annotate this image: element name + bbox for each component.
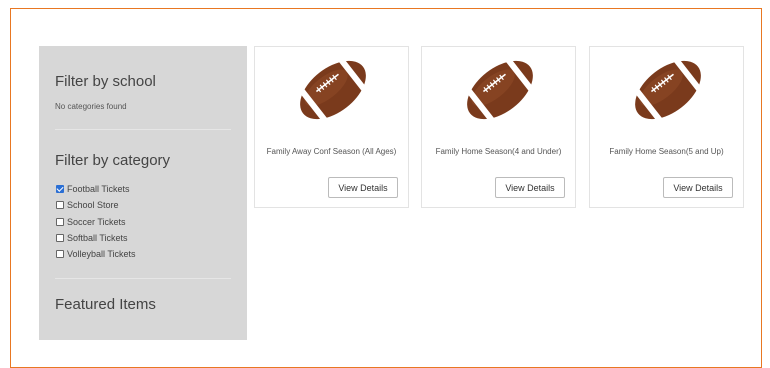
category-label: Football Tickets [67, 184, 130, 195]
category-checkbox[interactable] [56, 201, 64, 210]
category-item-soccer[interactable]: Soccer Tickets [56, 214, 136, 230]
category-label: Soccer Tickets [67, 216, 126, 227]
football-image[interactable] [462, 57, 538, 123]
product-card: Family Home Season(4 and Under) View Det… [421, 46, 576, 208]
view-details-button[interactable]: View Details [495, 177, 565, 198]
category-checkbox[interactable] [56, 250, 64, 259]
category-item-softball[interactable]: Softball Tickets [56, 230, 136, 246]
category-item-football[interactable]: Football Tickets [56, 181, 136, 197]
category-checkbox[interactable] [56, 217, 64, 226]
view-details-button[interactable]: View Details [663, 177, 733, 198]
category-label: Softball Tickets [67, 233, 128, 244]
product-card: Family Away Conf Season (All Ages) View … [254, 46, 409, 208]
sidebar-divider [55, 278, 231, 279]
category-checkbox[interactable] [56, 185, 64, 194]
filter-by-category-heading: Filter by category [55, 152, 171, 169]
featured-items-heading: Featured Items [55, 296, 156, 313]
sidebar-divider [55, 129, 231, 130]
category-list: Football Tickets School Store Soccer Tic… [56, 181, 136, 262]
football-image[interactable] [295, 57, 371, 123]
product-name[interactable]: Family Away Conf Season (All Ages) [255, 147, 408, 156]
view-details-button[interactable]: View Details [328, 177, 398, 198]
category-item-volleyball[interactable]: Volleyball Tickets [56, 246, 136, 262]
category-label: School Store [67, 200, 119, 211]
category-checkbox[interactable] [56, 234, 64, 243]
category-label: Volleyball Tickets [67, 249, 136, 260]
category-item-school-store[interactable]: School Store [56, 197, 136, 213]
football-image[interactable] [630, 57, 706, 123]
filter-by-school-heading: Filter by school [55, 73, 156, 90]
product-card: Family Home Season(5 and Up) View Detail… [589, 46, 744, 208]
filter-sidebar: Filter by school No categories found Fil… [39, 46, 247, 340]
no-categories-message: No categories found [55, 102, 127, 111]
product-name[interactable]: Family Home Season(4 and Under) [422, 147, 575, 156]
product-name[interactable]: Family Home Season(5 and Up) [590, 147, 743, 156]
